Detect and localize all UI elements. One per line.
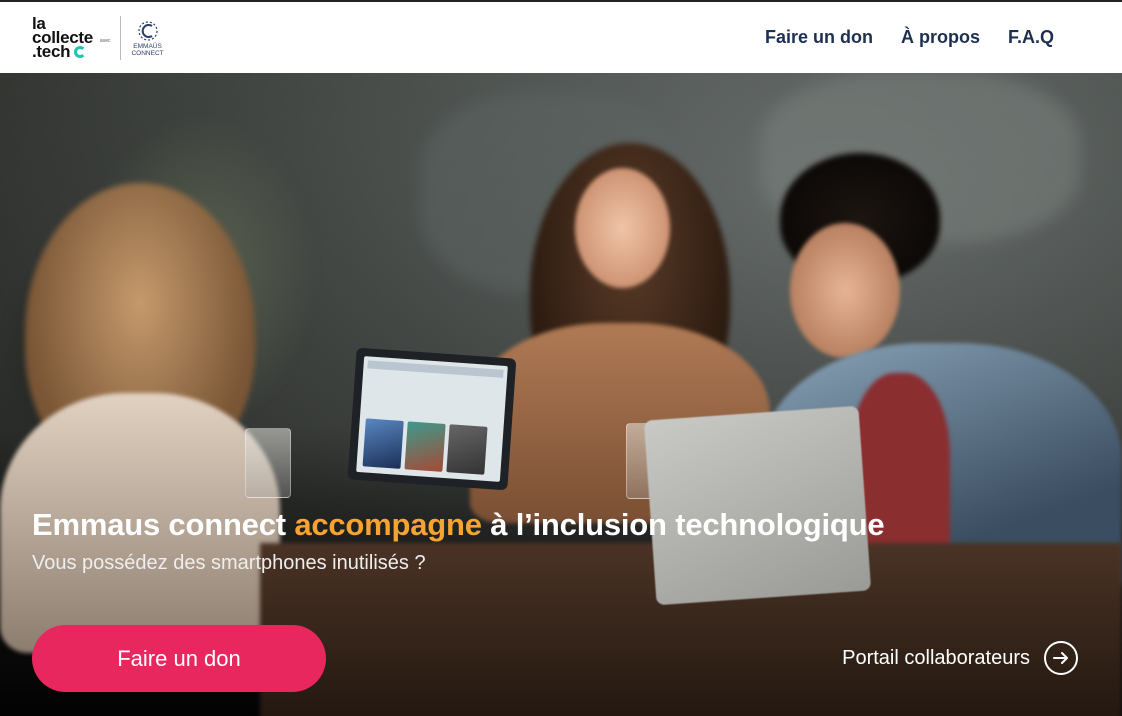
page: la collecte .tech avec EMMAÜS CONNECT Fa… bbox=[0, 0, 1122, 716]
hero-title-part-2: à l’inclusion technologique bbox=[481, 507, 885, 542]
donate-button[interactable]: Faire un don bbox=[32, 625, 326, 692]
logo-divider bbox=[120, 15, 122, 60]
emmaus-circle-icon bbox=[137, 20, 158, 41]
hero-photo bbox=[0, 73, 1122, 716]
partner-logo: EMMAÜS CONNECT bbox=[131, 19, 164, 57]
nav-item-donate[interactable]: Faire un don bbox=[765, 27, 873, 48]
partner-name-2: CONNECT bbox=[131, 49, 164, 57]
hero-title: Emmaus connect accompagne à l’inclusion … bbox=[32, 507, 885, 543]
portal-link-label: Portail collaborateurs bbox=[842, 646, 1030, 669]
hero-subtitle: Vous possédez des smartphones inutilisés… bbox=[32, 552, 426, 574]
site-header: la collecte .tech avec EMMAÜS CONNECT Fa… bbox=[0, 0, 1122, 73]
hero-title-part-1: Emmaus connect bbox=[32, 507, 295, 542]
portal-link[interactable]: Portail collaborateurs bbox=[842, 641, 1078, 675]
main-nav: Faire un don À propos F.A.Q bbox=[765, 27, 1054, 48]
logo-avec: avec bbox=[99, 37, 111, 44]
logo-line-3-group: .tech bbox=[32, 41, 93, 61]
partner-name-1: EMMAÜS bbox=[133, 42, 162, 50]
nav-item-faq[interactable]: F.A.Q bbox=[1008, 27, 1054, 48]
laptop bbox=[643, 405, 872, 606]
hero-section bbox=[0, 73, 1122, 716]
arrow-right-circle-icon bbox=[1044, 641, 1078, 675]
logo-wordmark: la collecte .tech bbox=[32, 15, 93, 61]
swirl-icon bbox=[74, 45, 87, 58]
hero-title-accent: accompagne bbox=[294, 507, 482, 542]
nav-item-about[interactable]: À propos bbox=[901, 27, 980, 48]
laptop-screen bbox=[347, 347, 517, 491]
logo-line-3: .tech bbox=[32, 41, 71, 61]
logo[interactable]: la collecte .tech avec EMMAÜS CONNECT bbox=[32, 15, 164, 61]
